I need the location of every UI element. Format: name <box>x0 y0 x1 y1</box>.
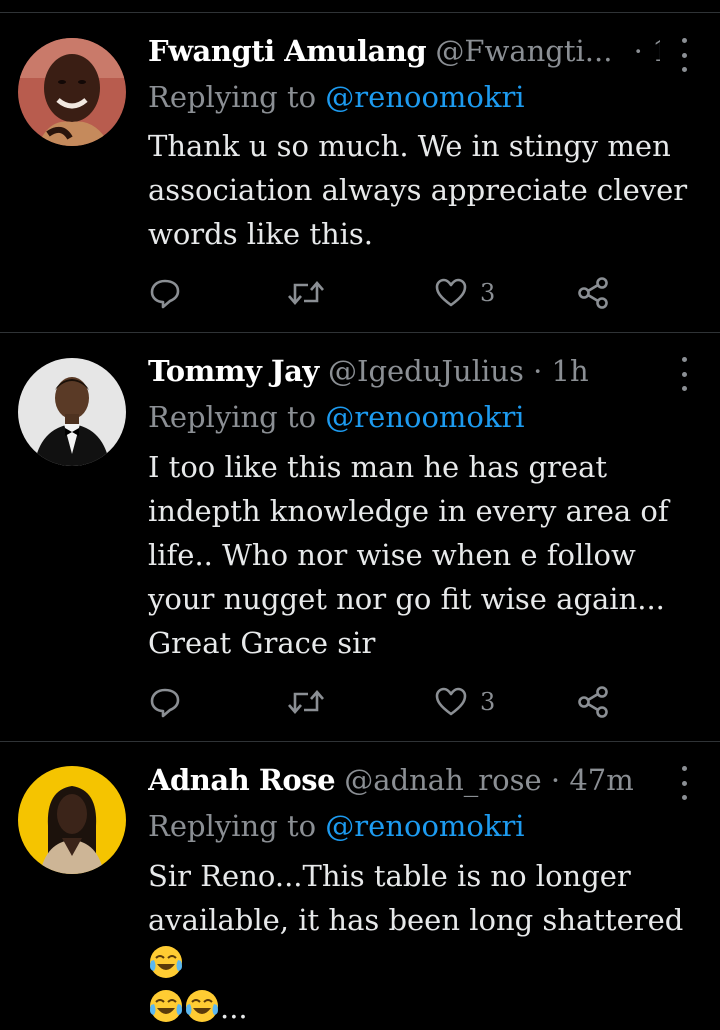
like-button[interactable]: 3 <box>434 682 495 722</box>
retweet-button[interactable] <box>286 682 326 722</box>
share-icon <box>578 686 608 718</box>
mention-link[interactable]: @renoomokri <box>325 400 524 434</box>
reply-button[interactable] <box>148 273 182 313</box>
display-name[interactable]: Tommy Jay <box>148 354 319 388</box>
mention-link[interactable]: @renoomokri <box>325 809 524 843</box>
reply-icon <box>150 279 180 309</box>
tweet-2[interactable]: Tommy Jay @IgeduJulius · 1h Replying to … <box>0 333 720 741</box>
separator-dot: · <box>633 34 643 68</box>
replying-to-line: Replying to @renoomokri <box>148 79 525 115</box>
replying-label: Replying to <box>148 80 317 114</box>
share-icon <box>578 277 608 309</box>
more-options-icon <box>681 38 687 43</box>
tweet-text: Sir Reno...This table is no longer avail… <box>148 854 708 1030</box>
reply-icon <box>150 688 180 718</box>
face-with-tears-of-joy-icon <box>150 946 182 978</box>
display-name[interactable]: Adnah Rose <box>148 763 336 797</box>
separator-dot: · <box>550 763 561 797</box>
replying-to-line: Replying to @renoomokri <box>148 808 525 844</box>
share-button[interactable] <box>576 273 610 313</box>
timestamp[interactable]: 1h <box>552 354 589 388</box>
heart-icon <box>435 278 467 307</box>
reply-button[interactable] <box>148 682 182 722</box>
avatar[interactable] <box>18 38 126 146</box>
more-options-button[interactable] <box>678 38 690 72</box>
replying-to-line: Replying to @renoomokri <box>148 399 525 435</box>
tweet-actions: 3 <box>148 273 628 313</box>
face-with-tears-of-joy-icon <box>150 990 182 1022</box>
replying-label: Replying to <box>148 400 317 434</box>
user-handle[interactable]: @adnah_rose <box>344 763 541 797</box>
tweet-text: I too like this man he has great indepth… <box>148 450 669 660</box>
heart-icon <box>435 687 467 716</box>
tweet-3[interactable]: Adnah Rose @adnah_rose · 47m Replying to… <box>0 742 720 1025</box>
tweet-actions: 3 <box>148 682 628 722</box>
avatar[interactable] <box>18 358 126 466</box>
retweet-icon <box>288 690 324 714</box>
avatar[interactable] <box>18 766 126 874</box>
tweet-1[interactable]: Fwangti Amulang @Fwangti... · 1h Replyin… <box>0 0 720 333</box>
more-options-button[interactable] <box>678 766 690 800</box>
like-button[interactable]: 3 <box>434 273 495 313</box>
separator-dot: · <box>533 354 543 388</box>
retweet-button[interactable] <box>286 273 326 313</box>
display-name[interactable]: Fwangti Amulang <box>148 34 427 68</box>
user-handle[interactable]: @Fwangti... <box>435 34 612 68</box>
share-button[interactable] <box>576 682 610 722</box>
more-options-icon <box>681 766 687 771</box>
tweet-text: Thank u so much. We in stingy men associ… <box>148 129 688 251</box>
more-options-icon <box>681 357 687 362</box>
tweet-header: Tommy Jay @IgeduJulius · 1h <box>148 353 660 389</box>
face-with-tears-of-joy-icon <box>186 990 218 1022</box>
retweet-icon <box>288 281 324 305</box>
timestamp[interactable]: 1h <box>652 34 660 68</box>
user-handle[interactable]: @IgeduJulius <box>328 354 524 388</box>
like-count: 3 <box>480 688 496 716</box>
replying-label: Replying to <box>148 809 317 843</box>
more-options-button[interactable] <box>678 357 690 391</box>
tweet-text-main: Sir Reno...This table is no longer avail… <box>148 859 684 937</box>
mention-link[interactable]: @renoomokri <box>325 80 524 114</box>
tweet-header: Adnah Rose @adnah_rose · 47m <box>148 762 660 798</box>
tweet-header: Fwangti Amulang @Fwangti... · 1h <box>148 33 660 69</box>
timestamp[interactable]: 47m <box>569 763 633 797</box>
like-count: 3 <box>480 279 496 307</box>
tweet-text-tail: ... <box>220 991 248 1025</box>
